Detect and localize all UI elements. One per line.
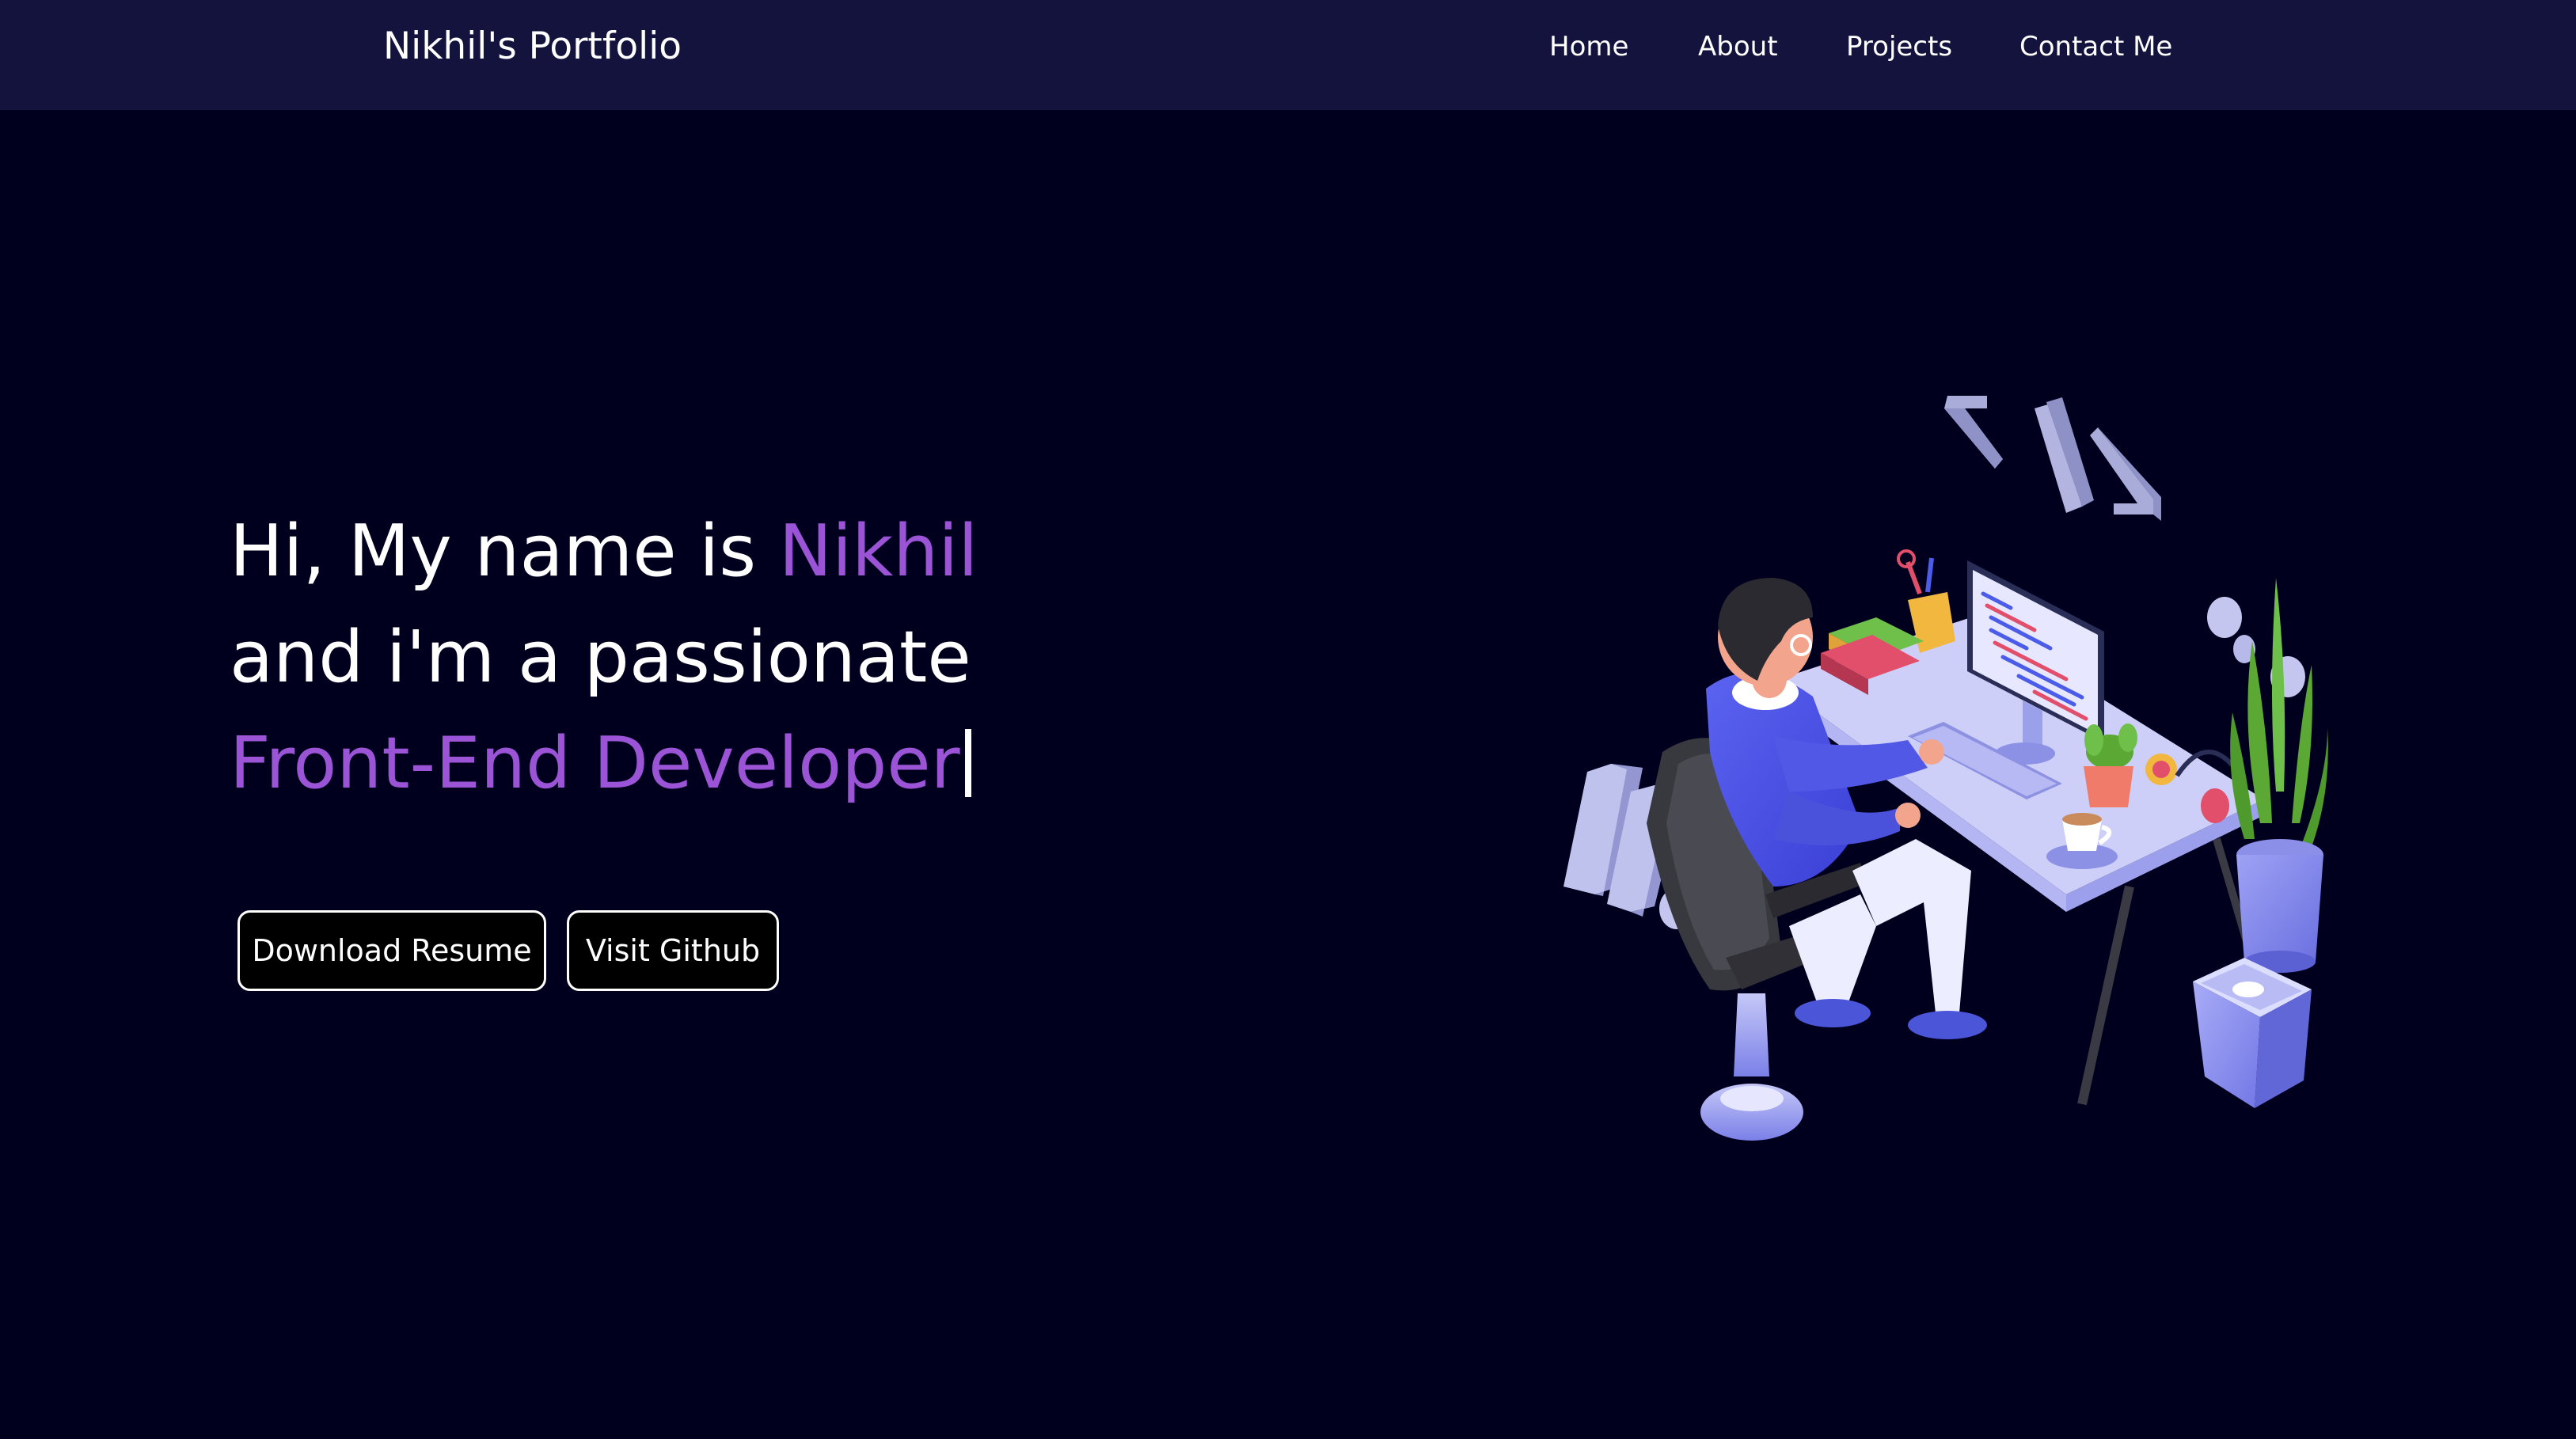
page: Nikhil's Portfolio Home About Projects C… (0, 0, 2576, 1439)
nav-link-projects[interactable]: Projects (1846, 21, 1952, 73)
nav-link-about[interactable]: About (1698, 21, 1778, 73)
code-brackets-icon (1944, 396, 2161, 521)
hero-text: Hi, My name is Nikhil and i'm a passiona… (230, 499, 1259, 817)
site-brand[interactable]: Nikhil's Portfolio (383, 21, 682, 73)
developer-illustration (1563, 396, 2328, 1141)
typing-cursor (964, 729, 971, 798)
trash-bin-icon (2193, 958, 2312, 1108)
nav-link-home[interactable]: Home (1549, 21, 1628, 73)
hero-greeting: Hi, My name is (230, 510, 779, 593)
hero-line-3: Front-End Developer (230, 711, 1259, 817)
nav-link-contact-me[interactable]: Contact Me (2019, 21, 2172, 73)
nav-links: Home About Projects Contact Me (1536, 21, 2172, 73)
download-resume-button[interactable]: Download Resume (237, 910, 546, 991)
hero-role: Front-End Developer (230, 722, 960, 805)
hero-line-2: and i'm a passionate (230, 616, 971, 699)
hero-name: Nikhil (778, 510, 978, 593)
visit-github-button[interactable]: Visit Github (567, 910, 779, 991)
navbar: Nikhil's Portfolio Home About Projects C… (0, 0, 2576, 110)
hero-line-1: Hi, My name is Nikhil (230, 499, 1259, 605)
